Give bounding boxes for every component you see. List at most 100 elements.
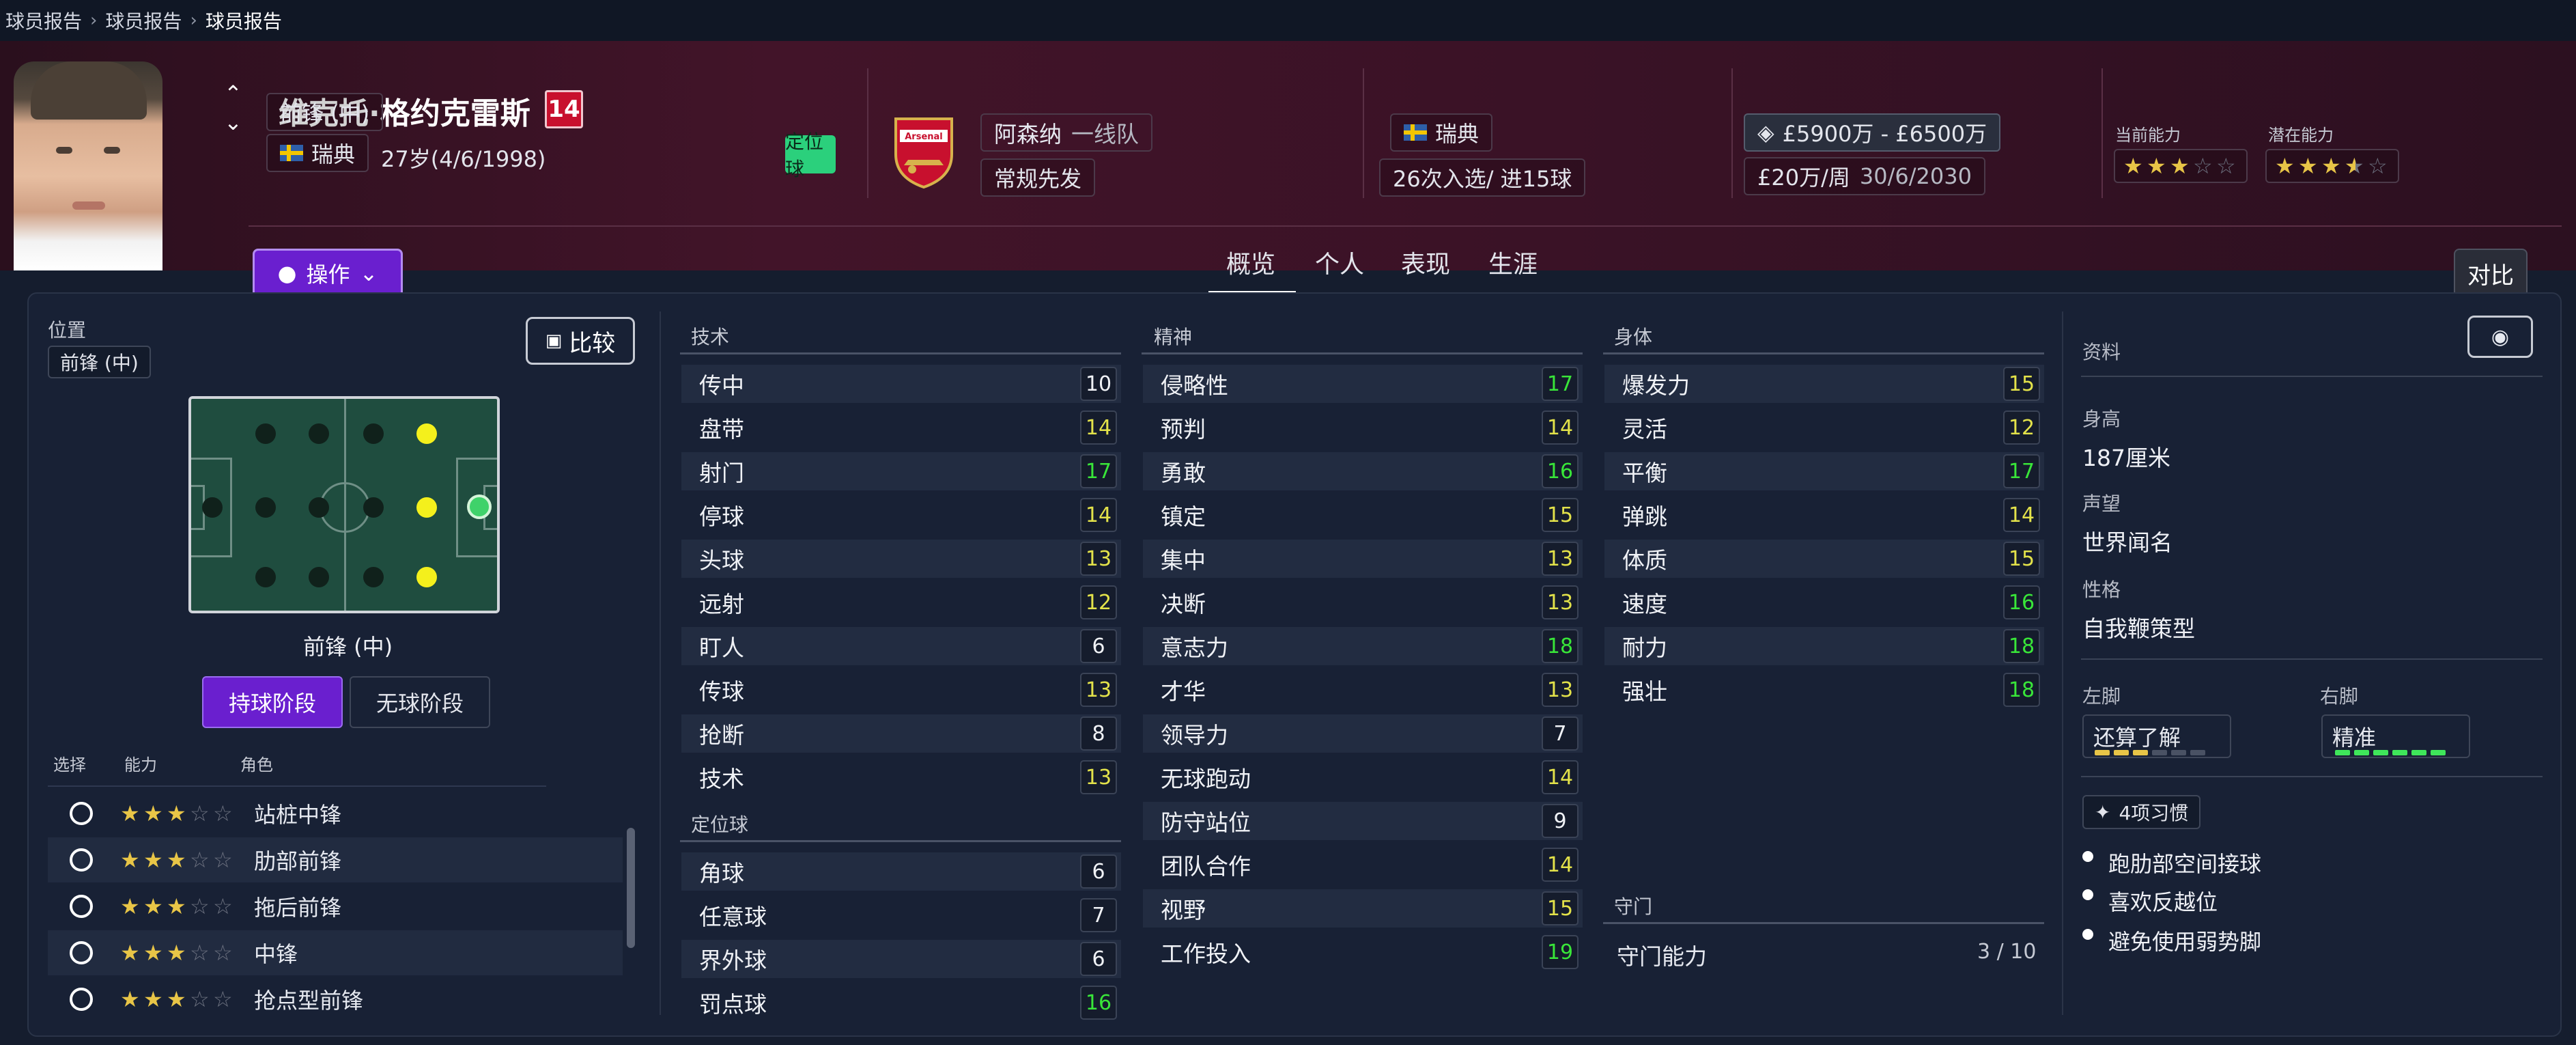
- attribute-row[interactable]: 弹跳 14: [1604, 496, 2044, 534]
- role-row[interactable]: ★ ★ ★ ☆ ☆ 抢点型前锋: [48, 977, 623, 1022]
- profile-settings-button[interactable]: ◉: [2467, 316, 2533, 358]
- compare-position-button[interactable]: ▣ 比较: [526, 317, 635, 365]
- reputation-label: 声望: [2082, 492, 2121, 515]
- role-radio[interactable]: [70, 941, 93, 964]
- goalkeeping-row: 守门能力 3 / 10: [1617, 940, 2037, 970]
- attribute-row[interactable]: 爆发力 15: [1604, 365, 2044, 403]
- habit-item: 跑肋部空间接球: [2082, 847, 2261, 878]
- attribute-row[interactable]: 界外球 6: [681, 940, 1121, 978]
- attribute-row[interactable]: 预判 14: [1143, 408, 1583, 447]
- value-pill[interactable]: ◈ £5900万 - £6500万: [1744, 113, 2001, 152]
- tab-overview[interactable]: 概览: [1226, 245, 1275, 280]
- out-of-possession-button[interactable]: 无球阶段: [350, 676, 490, 728]
- star-icon: ★: [143, 940, 163, 966]
- attribute-row[interactable]: 防守站位 9: [1143, 802, 1583, 840]
- role-position-marker[interactable]: [416, 423, 437, 444]
- attribute-row[interactable]: 传球 13: [681, 671, 1121, 709]
- attribute-name: 远射: [699, 591, 744, 617]
- attribute-row[interactable]: 角球 6: [681, 852, 1121, 891]
- breadcrumb-item[interactable]: 球员报告: [5, 7, 82, 34]
- role-position-marker[interactable]: [416, 497, 437, 518]
- attribute-row[interactable]: 工作投入 19: [1143, 933, 1583, 971]
- attribute-row[interactable]: 盘带 14: [681, 408, 1121, 447]
- role-position-marker[interactable]: [416, 567, 437, 587]
- sparkle-icon: ✦: [2095, 800, 2111, 824]
- attribute-row[interactable]: 视野 15: [1143, 889, 1583, 928]
- attribute-value: 14: [1542, 760, 1579, 794]
- attribute-value: 16: [2003, 585, 2040, 619]
- attribute-row[interactable]: 耐力 18: [1604, 627, 2044, 665]
- natural-position-marker[interactable]: [467, 494, 492, 519]
- attribute-row[interactable]: 灵活 12: [1604, 408, 2044, 447]
- tab-personal[interactable]: 个人: [1315, 245, 1364, 280]
- attribute-name: 弹跳: [1622, 503, 1667, 530]
- attribute-row[interactable]: 停球 14: [681, 496, 1121, 534]
- attribute-row[interactable]: 传中 10: [681, 365, 1121, 403]
- role-radio[interactable]: [70, 988, 93, 1011]
- chevron-down-icon[interactable]: ⌄: [224, 109, 242, 135]
- attribute-row[interactable]: 头球 13: [681, 540, 1121, 578]
- star-icon: ☆: [2368, 153, 2388, 179]
- attribute-row[interactable]: 无球跑动 14: [1143, 758, 1583, 796]
- attribute-name: 视野: [1161, 897, 1206, 923]
- national-team-pill[interactable]: 瑞典: [1390, 113, 1493, 152]
- attribute-value: 19: [1542, 935, 1579, 969]
- attribute-row[interactable]: 技术 13: [681, 758, 1121, 796]
- habits-pill[interactable]: ✦ 4项习惯: [2082, 795, 2201, 829]
- attribute-row[interactable]: 侵略性 17: [1143, 365, 1583, 403]
- attribute-row[interactable]: 平衡 17: [1604, 452, 2044, 490]
- attribute-name: 盘带: [699, 416, 744, 443]
- attribute-row[interactable]: 远射 12: [681, 583, 1121, 622]
- role-radio[interactable]: [70, 895, 93, 918]
- role-row[interactable]: ★ ★ ★ ☆ ☆ 站桩中锋: [48, 791, 623, 836]
- breadcrumb-item[interactable]: 球员报告: [105, 7, 182, 34]
- attribute-row[interactable]: 盯人 6: [681, 627, 1121, 665]
- attribute-row[interactable]: 集中 13: [1143, 540, 1583, 578]
- tab-performance[interactable]: 表现: [1401, 245, 1450, 280]
- foot-level-segment: [2171, 750, 2186, 755]
- attribute-value: 14: [1080, 498, 1117, 532]
- attribute-value: 15: [2003, 367, 2040, 401]
- attribute-row[interactable]: 抢断 8: [681, 714, 1121, 753]
- attribute-name: 预判: [1161, 416, 1206, 443]
- attribute-row[interactable]: 勇敢 16: [1143, 452, 1583, 490]
- attribute-row[interactable]: 决断 13: [1143, 583, 1583, 622]
- role-row[interactable]: ★ ★ ★ ☆ ☆ 拖后前锋: [48, 884, 623, 929]
- squad-status-pill: 常规先发: [980, 158, 1096, 197]
- attribute-name: 罚点球: [699, 991, 767, 1018]
- attribute-name: 侵略性: [1161, 372, 1228, 399]
- action-button[interactable]: ● 操作 ⌄: [253, 249, 403, 298]
- attribute-value: 14: [1542, 410, 1579, 445]
- role-row[interactable]: ★ ★ ★ ☆ ☆ 中锋: [48, 930, 623, 975]
- roles-scrollbar[interactable]: [627, 828, 635, 948]
- attribute-row[interactable]: 体质 15: [1604, 540, 2044, 578]
- attribute-row[interactable]: 强壮 18: [1604, 671, 2044, 709]
- attribute-row[interactable]: 才华 13: [1143, 671, 1583, 709]
- attribute-row[interactable]: 射门 17: [681, 452, 1121, 490]
- in-possession-button[interactable]: 持球阶段: [202, 676, 343, 728]
- star-icon: ★: [167, 986, 186, 1012]
- tab-career[interactable]: 生涯: [1488, 245, 1538, 280]
- sweden-flag-icon: [1404, 124, 1427, 141]
- attribute-row[interactable]: 意志力 18: [1143, 627, 1583, 665]
- foot-level-segment: [2335, 750, 2350, 755]
- nation-pill[interactable]: 瑞典: [266, 134, 369, 172]
- attribute-row[interactable]: 镇定 15: [1143, 496, 1583, 534]
- role-row[interactable]: ★ ★ ★ ☆ ☆ 肋部前锋: [48, 837, 623, 882]
- attribute-row[interactable]: 任意球 7: [681, 896, 1121, 934]
- chevron-up-icon[interactable]: ⌃: [224, 81, 242, 107]
- attribute-row[interactable]: 速度 16: [1604, 583, 2044, 622]
- foot-level-segment: [2411, 750, 2426, 755]
- club-pill[interactable]: 阿森纳 一线队: [980, 113, 1152, 152]
- star-icon: ★: [2147, 153, 2166, 179]
- role-radio[interactable]: [70, 848, 93, 872]
- role-radio[interactable]: [70, 802, 93, 825]
- compare-button[interactable]: 对比: [2454, 249, 2528, 298]
- star-icon: ☆: [190, 986, 210, 1012]
- foot-level-segment: [2095, 750, 2110, 755]
- attribute-row[interactable]: 罚点球 16: [681, 984, 1121, 1022]
- attribute-value: 16: [1080, 986, 1117, 1020]
- attribute-row[interactable]: 团队合作 14: [1143, 846, 1583, 884]
- star-icon: ★: [120, 893, 140, 919]
- attribute-row[interactable]: 领导力 7: [1143, 714, 1583, 753]
